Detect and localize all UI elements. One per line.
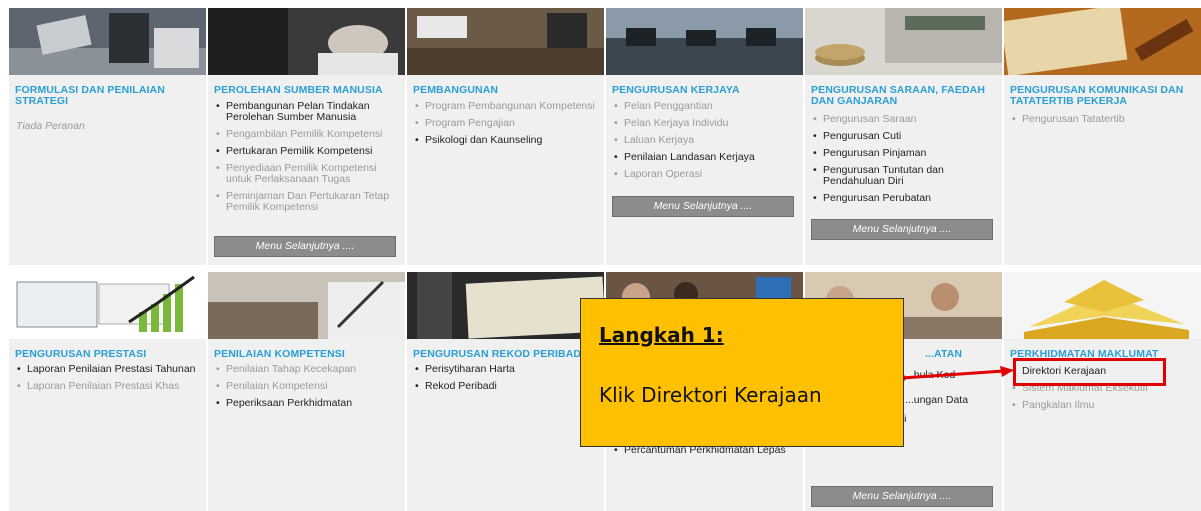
menu-list: Pengurusan Tatatertib	[1010, 114, 1197, 131]
menu-list: Pembangunan Pelan Tindakan Perolehan Sum…	[214, 101, 401, 219]
menu-item[interactable]: Rekod Peribadi	[413, 381, 600, 393]
module-card-maklumat: PERKHIDMATAN MAKLUMAT Direktori Kerajaan…	[1004, 272, 1201, 511]
card-title[interactable]: PENGURUSAN KERJAYA	[612, 85, 801, 96]
menu-item[interactable]: Laluan Kerjaya	[612, 135, 799, 147]
gavel-documents-image	[1004, 8, 1201, 75]
menu-item[interactable]: Pertukaran Pemilik Kompetensi	[214, 146, 401, 158]
menu-item[interactable]: Penilaian Tahap Kecekapan	[214, 364, 401, 376]
menu-list: Pengurusan Saraan Pengurusan Cuti Pengur…	[811, 114, 998, 210]
calculator-coins-image	[805, 8, 1002, 75]
open-office-image	[606, 8, 803, 75]
more-menu-button[interactable]: Menu Selanjutnya ....	[811, 486, 993, 507]
module-card-perolehan: PEROLEHAN SUMBER MANUSIA Pembangunan Pel…	[208, 8, 405, 265]
menu-item[interactable]: Pengurusan Tuntutan dan Pendahuluan Diri	[811, 165, 998, 187]
menu-item[interactable]: Pengurusan Cuti	[811, 131, 998, 143]
menu-item[interactable]: Perisytiharan Harta	[413, 364, 600, 376]
menu-item[interactable]: Laporan Penilaian Prestasi Khas	[15, 381, 202, 393]
module-card-formulasi: FORMULASI DAN PENILAIAN STRATEGI Tiada P…	[9, 8, 206, 265]
office-meeting-image	[9, 8, 206, 75]
menu-list: Program Pembangunan Kompetensi Program P…	[413, 101, 600, 152]
handshake-image	[208, 8, 405, 75]
menu-list: Penilaian Tahap Kecekapan Penilaian Komp…	[214, 364, 401, 415]
menu-item[interactable]: Pengambilan Pemilik Kompetensi	[214, 129, 401, 141]
module-card-kerjaya: PENGURUSAN KERJAYA Pelan Penggantian Pel…	[606, 8, 803, 265]
card-title[interactable]: PENGURUSAN PRESTASI	[15, 349, 204, 360]
highlight-box	[1013, 358, 1166, 386]
open-directory-book-image	[1004, 272, 1201, 339]
menu-item[interactable]: Laporan Penilaian Prestasi Tahunan	[15, 364, 202, 376]
menu-item[interactable]: Program Pengajian	[413, 118, 600, 130]
card-title[interactable]: PENILAIAN KOMPETENSI	[214, 349, 403, 360]
arrow-icon	[900, 366, 1014, 381]
menu-item[interactable]: Pengurusan Perubatan	[811, 193, 998, 205]
card-title[interactable]: PENGURUSAN KOMUNIKASI DAN TATATERTIB PEK…	[1010, 85, 1199, 107]
service-book-image	[407, 272, 604, 339]
menu-item[interactable]: Pelan Penggantian	[612, 101, 799, 113]
interview-image	[208, 272, 405, 339]
menu-item[interactable]: Penyediaan Pemilik Kompetensi untuk Perl…	[214, 163, 401, 185]
module-card-rekod-peribadi: PENGURUSAN REKOD PERIBADI Perisytiharan …	[407, 272, 604, 511]
menu-item[interactable]: Pengurusan Pinjaman	[811, 148, 998, 160]
menu-item[interactable]: Peperiksaan Perkhidmatan	[214, 398, 401, 410]
growth-chart-image	[9, 272, 206, 339]
instruction-callout: Langkah 1: Klik Direktori Kerajaan	[580, 298, 904, 447]
module-card-prestasi: PENGURUSAN PRESTASI Laporan Penilaian Pr…	[9, 272, 206, 511]
menu-list: Perisytiharan Harta Rekod Peribadi	[413, 364, 600, 398]
menu-item[interactable]: Pengurusan Tatatertib	[1010, 114, 1197, 126]
training-room-image	[407, 8, 604, 75]
menu-item[interactable]: Pembangunan Pelan Tindakan Perolehan Sum…	[214, 101, 401, 123]
module-card-komunikasi: PENGURUSAN KOMUNIKASI DAN TATATERTIB PEK…	[1004, 8, 1201, 265]
more-menu-button[interactable]: Menu Selanjutnya ....	[811, 219, 993, 240]
card-title[interactable]: PENGURUSAN REKOD PERIBADI	[413, 349, 602, 360]
menu-list: Pelan Penggantian Pelan Kerjaya Individu…	[612, 101, 799, 186]
menu-item[interactable]: Pengurusan Saraan	[811, 114, 998, 126]
menu-item[interactable]: Pelan Kerjaya Individu	[612, 118, 799, 130]
more-menu-button[interactable]: Menu Selanjutnya ....	[214, 236, 396, 257]
menu-item[interactable]: Penilaian Kompetensi	[214, 381, 401, 393]
menu-item[interactable]: Program Pembangunan Kompetensi	[413, 101, 600, 113]
module-card-saraan: PENGURUSAN SARAAN, FAEDAH DAN GANJARAN P…	[805, 8, 1002, 265]
callout-title: Langkah 1:	[599, 323, 724, 347]
callout-body: Klik Direktori Kerajaan	[599, 383, 822, 407]
card-title[interactable]: PEMBANGUNAN	[413, 85, 602, 96]
card-title[interactable]: PEROLEHAN SUMBER MANUSIA	[214, 85, 403, 96]
card-title[interactable]: PENGURUSAN SARAAN, FAEDAH DAN GANJARAN	[811, 85, 1000, 107]
module-card-kompetensi: PENILAIAN KOMPETENSI Penilaian Tahap Kec…	[208, 272, 405, 511]
menu-item[interactable]: Pangkalan Ilmu	[1010, 400, 1197, 412]
card-title[interactable]: ...ATAN	[925, 349, 1000, 360]
menu-list: Laporan Penilaian Prestasi Tahunan Lapor…	[15, 364, 202, 398]
module-card-pembangunan: PEMBANGUNAN Program Pembangunan Kompeten…	[407, 8, 604, 265]
no-role-text: Tiada Peranan	[16, 120, 85, 132]
menu-item[interactable]: Laporan Operasi	[612, 169, 799, 181]
menu-list: Percantuman Perkhidmatan Lepas	[612, 445, 799, 462]
more-menu-button[interactable]: Menu Selanjutnya ....	[612, 196, 794, 217]
card-title[interactable]: FORMULASI DAN PENILAIAN STRATEGI	[15, 85, 204, 107]
menu-item[interactable]: Penilaian Landasan Kerjaya	[612, 152, 799, 164]
menu-item[interactable]: Peminjaman Dan Pertukaran Tetap Pemilik …	[214, 191, 401, 213]
menu-item[interactable]: Psikologi dan Kaunseling	[413, 135, 600, 147]
menu-item[interactable]: ...ungan Data	[893, 395, 998, 407]
